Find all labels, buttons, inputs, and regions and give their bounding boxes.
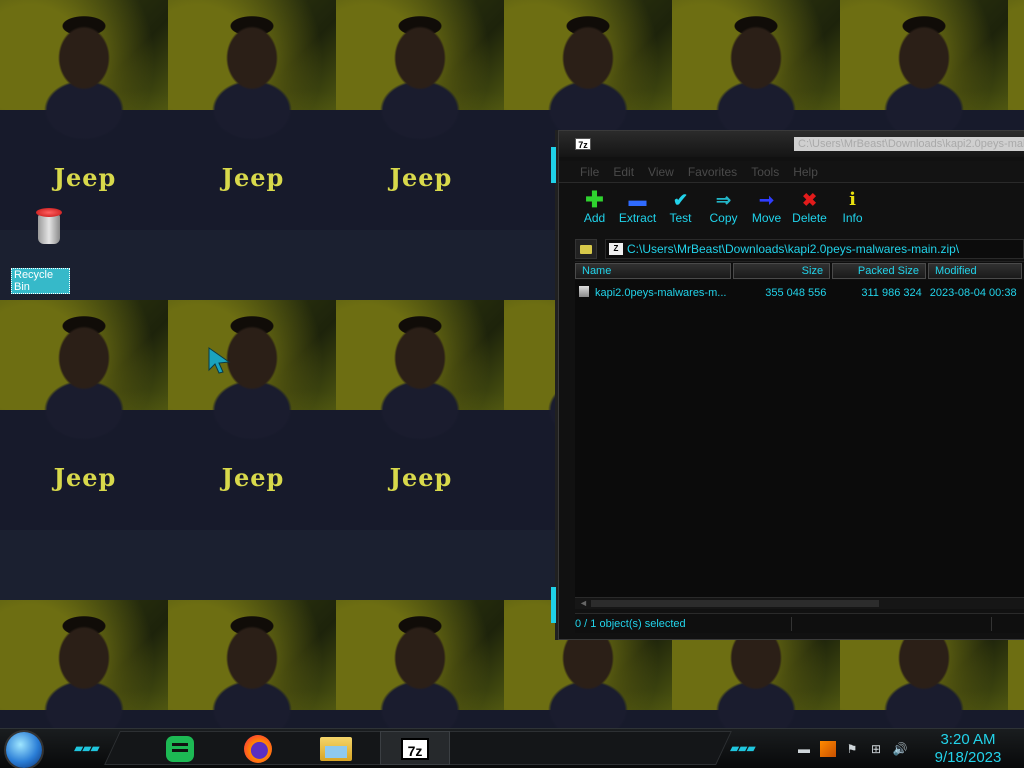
start-button[interactable]	[6, 732, 42, 768]
7zip-icon: 7z	[401, 738, 429, 760]
add-button[interactable]: ✚ Add	[573, 187, 616, 226]
notification-app-icon[interactable]	[820, 741, 836, 757]
move-label: Move	[751, 211, 782, 225]
plus-icon: ✚	[585, 187, 604, 212]
network-icon[interactable]: ⊞	[868, 741, 884, 757]
horizontal-scrollbar[interactable]: ◄	[575, 597, 1024, 609]
status-divider	[791, 617, 792, 631]
volume-icon[interactable]: 🔊	[892, 741, 908, 757]
info-icon: i	[849, 189, 856, 210]
move-arrow-icon: ➞	[758, 190, 775, 210]
firefox-icon	[244, 735, 272, 763]
file-explorer-taskbar-button[interactable]	[318, 733, 354, 765]
firefox-taskbar-button[interactable]	[240, 733, 276, 765]
status-bar: 0 / 1 object(s) selected	[575, 613, 1024, 633]
recycle-bin-icon	[36, 208, 62, 244]
path-text: C:\Users\MrBeast\Downloads\kapi2.0peys-m…	[627, 242, 960, 256]
menu-file[interactable]: File	[573, 165, 606, 179]
file-packed-size: 311 986 324	[861, 286, 922, 299]
clock-time: 3:20 AM	[940, 731, 996, 748]
scrollbar-thumb[interactable]	[591, 600, 879, 607]
move-button[interactable]: ➞ Move	[745, 189, 788, 225]
menu-edit[interactable]: Edit	[606, 165, 641, 179]
x-icon: ✖	[801, 190, 818, 210]
info-label: Info	[842, 211, 863, 225]
folder-up-icon	[580, 244, 592, 254]
recycle-bin-desktop-icon[interactable]: Recycle Bin	[10, 208, 70, 294]
file-row[interactable]: kapi2.0peys-malwares-m... 355 048 556 31…	[575, 284, 1024, 301]
window-titlebar[interactable]: 7z C:\Users\MrBeast\Downloads\kapi2.0pey…	[559, 131, 1024, 157]
list-header: Name Size Packed Size Modified	[575, 262, 1024, 280]
file-size: 355 048 556	[765, 286, 827, 299]
status-text: 0 / 1 object(s) selected	[575, 618, 686, 630]
recycle-bin-label: Recycle Bin	[11, 268, 70, 294]
test-button[interactable]: ✔ Test	[659, 189, 702, 225]
taskbar-decor-icon: ▰▰▰	[74, 741, 100, 755]
copy-label: Copy	[709, 211, 738, 225]
file-explorer-icon	[320, 737, 352, 761]
copy-arrow-icon: ⇒	[715, 190, 732, 210]
menu-favorites[interactable]: Favorites	[681, 165, 744, 179]
clock-date: 9/18/2023	[934, 749, 1002, 766]
copy-button[interactable]: ⇒ Copy	[702, 189, 745, 225]
taskbar: ▰▰▰ 7z ▰▰▰ ▬ ⚑ ⊞ 🔊 3:20 AM 9/18/2023	[0, 728, 1024, 768]
file-name-cell: kapi2.0peys-malwares-m...	[575, 286, 732, 299]
toolbar: ✚ Add ▬ Extract ✔ Test ⇒ Copy ➞ Move ✖ D…	[559, 183, 1024, 235]
info-button[interactable]: i Info	[831, 189, 874, 226]
test-label: Test	[669, 211, 692, 225]
address-bar: Z C:\Users\MrBeast\Downloads\kapi2.0peys…	[559, 237, 1024, 261]
file-modified: 2023-08-04 00:38	[929, 286, 1017, 299]
column-modified[interactable]: Modified	[928, 263, 1023, 279]
column-size[interactable]: Size	[733, 263, 831, 279]
menu-view[interactable]: View	[641, 165, 681, 179]
extract-label: Extract	[618, 211, 657, 225]
system-tray: ▬ ⚑ ⊞ 🔊	[796, 729, 908, 768]
chat-app-icon	[166, 736, 194, 762]
7zip-taskbar-button[interactable]: 7z	[398, 733, 432, 765]
add-label: Add	[583, 211, 606, 225]
folder-up-button[interactable]	[575, 239, 597, 259]
check-icon: ✔	[672, 190, 689, 210]
delete-button[interactable]: ✖ Delete	[788, 189, 831, 225]
delete-label: Delete	[792, 211, 827, 225]
menu-tools[interactable]: Tools	[744, 165, 786, 179]
minus-icon: ▬	[628, 190, 647, 210]
taskbar-decor-icon: ▰▰▰	[730, 741, 756, 755]
status-divider	[991, 617, 992, 631]
scroll-left-icon[interactable]: ◄	[579, 598, 588, 608]
menu-help[interactable]: Help	[786, 165, 825, 179]
menu-bar: File Edit View Favorites Tools Help	[559, 161, 1024, 183]
7zip-file-manager-window[interactable]: 7z C:\Users\MrBeast\Downloads\kapi2.0pey…	[551, 130, 1024, 640]
chat-app-taskbar-button[interactable]	[162, 733, 198, 765]
action-center-flag-icon[interactable]: ⚑	[844, 741, 860, 757]
path-field[interactable]: Z C:\Users\MrBeast\Downloads\kapi2.0peys…	[605, 239, 1024, 259]
mouse-cursor-icon	[208, 347, 231, 374]
7zip-app-icon: 7z	[575, 138, 591, 150]
column-packed-size[interactable]: Packed Size	[832, 263, 927, 279]
column-name[interactable]: Name	[575, 263, 732, 279]
window-title: C:\Users\MrBeast\Downloads\kapi2.0peys-m…	[794, 137, 1024, 151]
clock[interactable]: 3:20 AM 9/18/2023	[928, 729, 1008, 767]
file-name: kapi2.0peys-malwares-m...	[595, 287, 727, 299]
file-icon	[579, 286, 589, 297]
zip-archive-icon: Z	[609, 243, 623, 255]
file-list[interactable]: Name Size Packed Size Modified kapi2.0pe…	[575, 261, 1024, 609]
extract-button[interactable]: ▬ Extract	[616, 189, 659, 225]
show-hidden-icons-icon[interactable]: ▬	[796, 741, 812, 757]
